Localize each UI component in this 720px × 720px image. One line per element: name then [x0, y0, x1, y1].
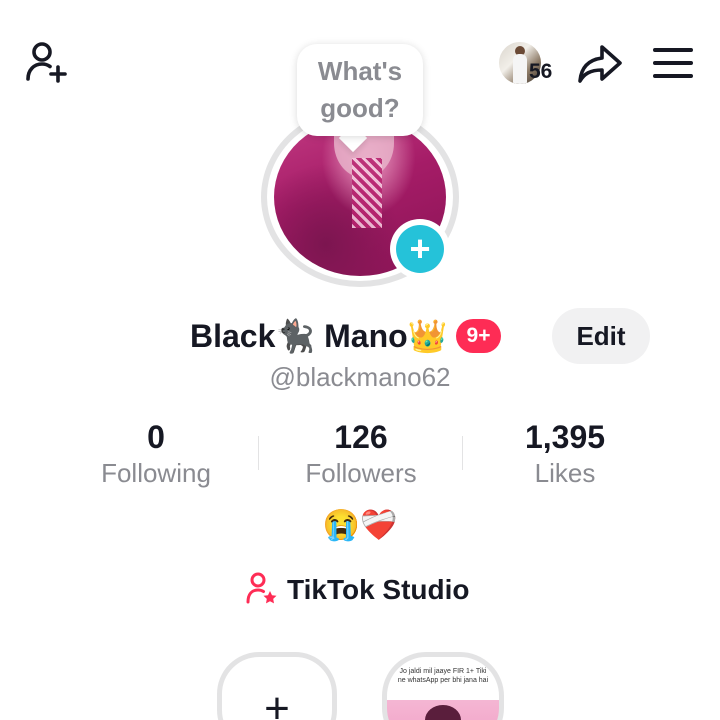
hamburger-menu-icon[interactable] — [648, 40, 698, 86]
following-count: 0 — [147, 419, 165, 455]
story-thumbnail[interactable]: Jo jaldi mil jaaye FIR 1+ Tiki ne whatsA… — [382, 652, 504, 720]
stat-likes[interactable]: 1,395 Likes — [465, 418, 665, 490]
divider — [462, 436, 463, 470]
stat-followers[interactable]: 126 Followers — [261, 418, 461, 490]
share-icon[interactable] — [572, 38, 628, 88]
viewers-count: 56 — [529, 60, 553, 83]
followers-label: Followers — [305, 458, 417, 488]
tiktok-studio-label: TikTok Studio — [287, 574, 470, 605]
tiktok-studio-link[interactable]: TikTok Studio — [245, 570, 470, 610]
new-story-button[interactable]: + — [217, 652, 337, 720]
profile-viewers[interactable]: 56 — [497, 38, 567, 88]
followers-count: 126 — [334, 419, 388, 455]
display-name: Black🐈‍⬛ Mano👑 — [190, 318, 448, 354]
following-label: Following — [101, 458, 211, 488]
name-row: Black🐈‍⬛ Mano👑 9+ — [190, 312, 502, 360]
add-user-icon[interactable] — [18, 38, 74, 88]
stat-following[interactable]: 0 Following — [56, 418, 256, 490]
divider — [258, 436, 259, 470]
edit-profile-button[interactable]: Edit — [552, 308, 650, 364]
likes-label: Likes — [534, 458, 596, 488]
plus-icon: + — [396, 225, 444, 273]
story-thumbnail-text: Jo jaldi mil jaaye FIR 1+ Tiki ne whatsA… — [397, 668, 489, 684]
add-story-button[interactable]: + — [390, 219, 450, 279]
bio: 😭❤️‍🩹 — [322, 509, 398, 542]
likes-count: 1,395 — [524, 419, 606, 455]
note-bubble[interactable]: What's good? — [297, 44, 423, 136]
username-text: @blackmano62 — [269, 362, 451, 392]
note-text: What's good? — [317, 56, 403, 123]
user-star-icon — [245, 571, 279, 610]
plus-icon: + — [264, 684, 290, 720]
notification-badge[interactable]: 9+ — [455, 319, 502, 353]
username: @blackmano62 — [0, 362, 720, 393]
